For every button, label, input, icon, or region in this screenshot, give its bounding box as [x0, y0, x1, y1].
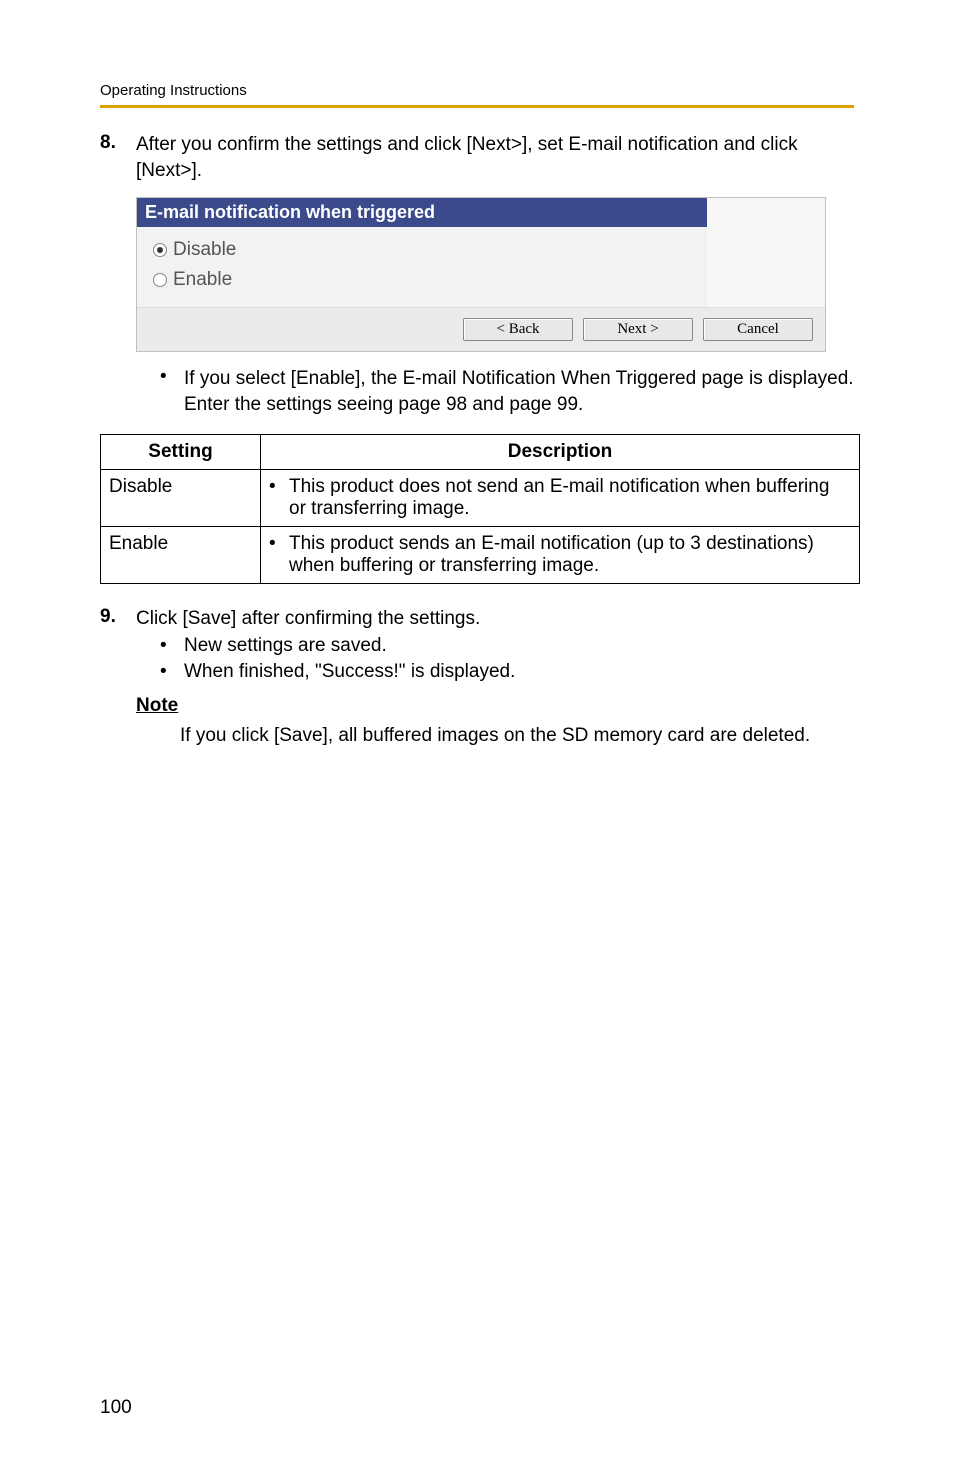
note-body: If you click [Save], all buffered images… [180, 723, 854, 749]
table-cell-description: • This product sends an E-mail notificat… [261, 526, 860, 583]
radio-unselected-icon [153, 273, 167, 287]
step-9-text: Click [Save] after confirming the settin… [136, 606, 480, 632]
radio-enable[interactable]: Enable [153, 265, 691, 295]
cancel-button[interactable]: Cancel [703, 318, 813, 341]
note-heading: Note [136, 695, 854, 717]
radio-group: Disable Enable [137, 227, 707, 307]
table-header-setting: Setting [101, 434, 261, 469]
running-header: Operating Instructions [100, 82, 854, 99]
step-8-number: 8. [100, 132, 136, 183]
table-header-description: Description [261, 434, 860, 469]
bullet-icon: • [160, 661, 184, 683]
page-number: 100 [100, 1397, 132, 1419]
back-button[interactable]: < Back [463, 318, 573, 341]
bullet-icon: • [269, 476, 289, 520]
radio-disable[interactable]: Disable [153, 235, 691, 265]
table-cell-setting: Disable [101, 469, 261, 526]
table-row: Enable • This product sends an E-mail no… [101, 526, 860, 583]
next-button[interactable]: Next > [583, 318, 693, 341]
radio-enable-label: Enable [173, 269, 232, 291]
radio-selected-icon [153, 243, 167, 257]
table-row: Disable • This product does not send an … [101, 469, 860, 526]
table-cell-description: • This product does not send an E-mail n… [261, 469, 860, 526]
step-8-sub-bullet: If you select [Enable], the E-mail Notif… [184, 366, 854, 417]
panel-title: E-mail notification when triggered [137, 198, 707, 227]
bullet-icon: • [160, 635, 184, 657]
panel-button-row: < Back Next > Cancel [137, 308, 825, 351]
radio-disable-label: Disable [173, 239, 236, 261]
step-9-number: 9. [100, 606, 136, 632]
table-cell-setting: Enable [101, 526, 261, 583]
step-9-bullet-1: New settings are saved. [184, 635, 387, 657]
table-row1-desc: This product does not send an E-mail not… [289, 476, 851, 520]
email-notification-panel: E-mail notification when triggered Disab… [136, 197, 826, 352]
settings-table: Setting Description Disable • This produ… [100, 434, 860, 584]
table-row2-desc: This product sends an E-mail notificatio… [289, 533, 851, 577]
bullet-icon: • [160, 366, 184, 417]
step-9-bullet-2: When finished, "Success!" is displayed. [184, 661, 515, 683]
bullet-icon: • [269, 533, 289, 577]
step-8-text: After you confirm the settings and click… [136, 132, 854, 183]
